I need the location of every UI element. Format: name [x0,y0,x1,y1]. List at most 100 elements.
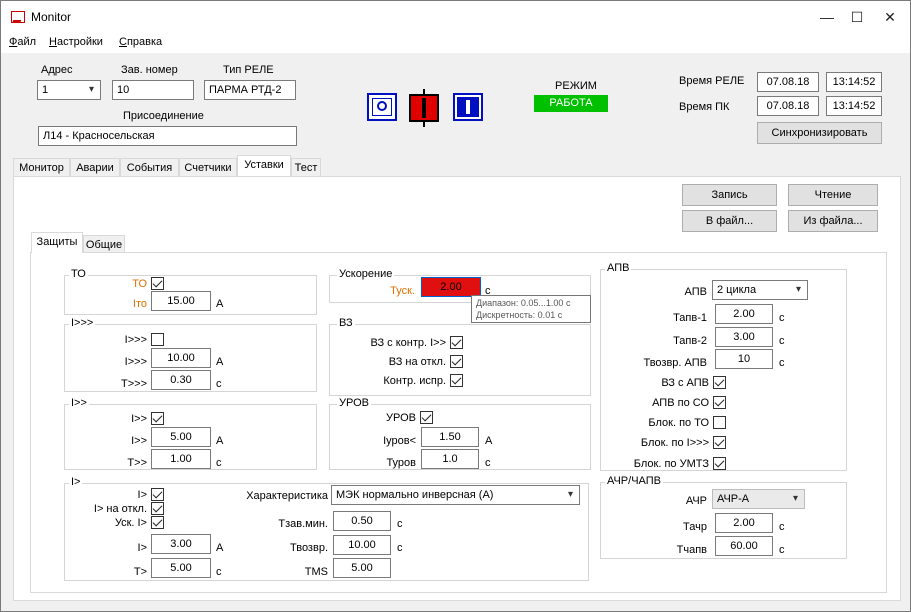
to-enable-checkbox[interactable] [151,277,164,290]
tooltip-step: Дискретность: 0.01 с [476,310,563,320]
apv-flag-checkbox[interactable] [713,376,726,389]
ito-field[interactable]: 15.00 [151,291,211,311]
from-file-button[interactable]: Из файла... [788,210,878,232]
i1-accel-label: Уск. I> [114,517,147,529]
menu-settings[interactable]: Настройки [49,36,103,48]
apv-tr-unit: с [779,357,785,369]
chevron-down-icon: ▾ [567,489,573,500]
tooltip-range: Диапазон: 0.05...1.00 с [476,298,571,308]
urov-current-label: Iуров< [383,435,416,447]
subtab-general[interactable]: Общие [83,235,125,253]
i2-enable-checkbox[interactable] [151,412,164,425]
pc-time-field: 13:14:52 [826,96,882,116]
sync-button[interactable]: Синхронизировать [757,122,882,144]
vz-item-checkbox[interactable] [450,374,463,387]
i1-trip-label: I> на откл. [93,503,147,515]
apv-flag-checkbox[interactable] [713,396,726,409]
characteristic-label: Характеристика [246,490,328,502]
tms-field[interactable]: 5.00 [333,558,391,578]
tab-test[interactable]: Тест [291,158,321,176]
i2-enable-label: I>> [131,413,147,425]
i1-current-unit: А [216,542,224,554]
group-apv-title: АПВ [605,262,632,274]
vz-item-label: Контр. испр. [383,375,446,387]
i1-time-field[interactable]: 5.00 [151,558,211,578]
address-select[interactable]: 1 ▾ [37,80,101,100]
chevron-down-icon: ▾ [795,284,801,295]
pc-date-field: 07.08.18 [757,96,819,116]
connection-label: Присоединение [123,110,204,122]
i1-current-label: I> [137,542,147,554]
subtab-protections[interactable]: Защиты [31,232,83,253]
i3-enable-checkbox[interactable] [151,333,164,346]
tab-settings[interactable]: Уставки [237,155,291,176]
i3-time-field[interactable]: 0.30 [151,370,211,390]
i1-accel-checkbox[interactable] [151,516,164,529]
accel-time-field[interactable]: 2.00 [421,277,481,297]
urov-current-field[interactable]: 1.50 [421,427,479,447]
tmin-field[interactable]: 0.50 [333,511,391,531]
menu-file[interactable]: Файл [9,36,36,48]
achr-t2-unit: с [779,544,785,556]
i3-current-unit: А [216,356,224,368]
circle-button-icon[interactable] [367,93,397,121]
mode-label: РЕЖИМ [555,80,597,92]
read-button[interactable]: Чтение [788,184,878,206]
tab-events[interactable]: События [120,158,179,176]
address-label: Адрес [41,64,73,76]
apv-flag-checkbox[interactable] [713,416,726,429]
apv-t2-label: Тапв-2 [673,335,707,347]
write-button[interactable]: Запись [682,184,777,206]
i1-enable-checkbox[interactable] [151,488,164,501]
achr-mode-label: АЧР [685,495,707,507]
menu-help[interactable]: Справка [119,36,162,48]
urov-enable-checkbox[interactable] [420,411,433,424]
tret-field[interactable]: 10.00 [333,535,391,555]
i3-current-label: I>>> [124,356,147,368]
relay-type-label: Тип РЕЛЕ [223,64,274,76]
apv-t1-field[interactable]: 2.00 [715,304,773,324]
apv-mode-label: АПВ [684,286,707,298]
tret-label: Твозвр. [289,542,328,554]
minimize-button[interactable]: — [812,5,842,29]
i2-time-field[interactable]: 1.00 [151,449,211,469]
apv-tr-field[interactable]: 10 [715,349,773,369]
apv-mode-select[interactable]: 2 цикла ▾ [712,280,808,300]
i1-time-unit: с [216,566,222,578]
chevron-down-icon: ▾ [88,84,94,95]
i2-current-unit: А [216,435,224,447]
group-i2-title: I>> [69,397,89,409]
close-button[interactable]: ✕ [875,5,905,29]
vz-item-checkbox[interactable] [450,336,463,349]
pc-time-label: Время ПК [679,101,730,113]
maximize-button[interactable]: ☐ [842,5,872,29]
main-tabs: Монитор Аварии События Счетчики Уставки … [11,155,901,176]
achr-t2-field[interactable]: 60.00 [715,536,773,556]
apv-flag-checkbox[interactable] [713,457,726,470]
tab-monitor[interactable]: Монитор [13,158,70,176]
connection-field[interactable]: Л14 - Красносельская [38,126,297,146]
i1-current-field[interactable]: 3.00 [151,534,211,554]
i2-current-field[interactable]: 5.00 [151,427,211,447]
vz-item-checkbox[interactable] [450,355,463,368]
urov-time-field[interactable]: 1.0 [421,449,479,469]
breaker-open-icon[interactable] [453,93,483,121]
apv-flag-label: Блок. по ТО [648,417,709,429]
characteristic-select[interactable]: МЭК нормально инверсная (А) ▾ [331,485,580,505]
apv-t2-unit: с [779,335,785,347]
serial-label: Зав. номер [121,64,178,76]
i1-time-label: T> [133,566,147,578]
i3-current-field[interactable]: 10.00 [151,348,211,368]
tab-counters[interactable]: Счетчики [179,158,237,176]
relay-type-field: ПАРМА РТД-2 [204,80,296,100]
tab-alarms[interactable]: Аварии [70,158,120,176]
achr-t1-field[interactable]: 2.00 [715,513,773,533]
apv-t2-field[interactable]: 3.00 [715,327,773,347]
i1-trip-checkbox[interactable] [151,502,164,515]
apv-flag-checkbox[interactable] [713,436,726,449]
apv-flag-label: Блок. по УМТЗ [633,458,709,470]
to-file-button[interactable]: В файл... [682,210,777,232]
tret-unit: с [397,542,403,554]
serial-field[interactable]: 10 [112,80,194,100]
achr-mode-select[interactable]: АЧР-А ▾ [712,489,805,509]
